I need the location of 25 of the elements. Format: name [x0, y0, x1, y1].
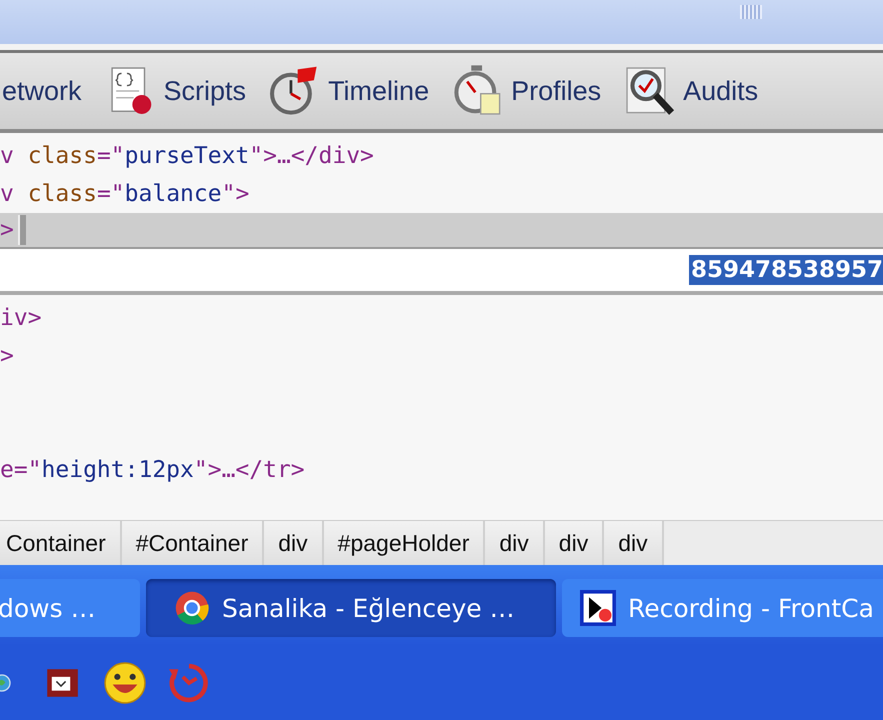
selected-text: 859478538957 — [688, 255, 883, 285]
breadcrumb-item[interactable]: div — [544, 521, 604, 565]
code-line: v class="purseText">…</div> — [0, 142, 375, 171]
code-line: e="height:12px">…</tr> — [0, 456, 306, 485]
breadcrumb-item[interactable]: div — [604, 521, 664, 565]
browser-icon — [174, 590, 210, 626]
smiley-icon[interactable] — [102, 660, 148, 706]
breadcrumb-item[interactable]: div — [485, 521, 545, 565]
toolbar-button[interactable]: etwork — [2, 76, 82, 106]
breadcrumb-item[interactable]: #pageHolder — [324, 521, 486, 565]
breadcrumb-item[interactable]: Container — [0, 521, 122, 565]
code-line: > — [0, 216, 14, 245]
code-line: > — [0, 342, 15, 371]
taskbar-button[interactable]: Recording - FrontCa — [562, 579, 883, 637]
toolbar-button[interactable]: Scripts — [104, 64, 246, 118]
breadcrumb-item[interactable]: div — [264, 521, 324, 565]
toolbar-button[interactable]: Profiles — [451, 64, 602, 118]
code-line: v class="balance"> — [0, 180, 250, 209]
recorder-icon — [580, 590, 616, 626]
toolbar-button[interactable]: Timeline — [268, 64, 430, 118]
code-line: iv> — [0, 304, 43, 333]
grip-icon — [740, 5, 762, 19]
taskbar-button[interactable]: Sanalika - Eğlenceye … — [146, 579, 556, 637]
toolbar-button[interactable]: Audits — [623, 64, 758, 118]
breadcrumb-item[interactable]: #Container — [122, 521, 264, 565]
